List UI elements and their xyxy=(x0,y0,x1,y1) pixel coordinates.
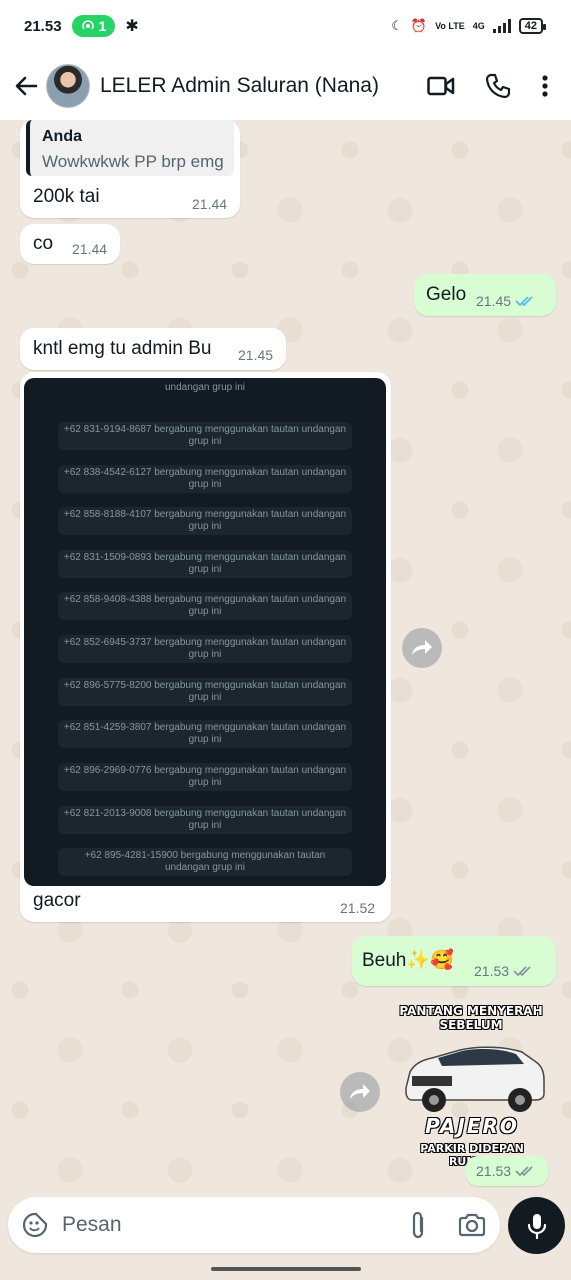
more-vert-icon[interactable] xyxy=(541,74,549,98)
image-message-bubble[interactable]: undangan grup ini +62 831-9194-8687 berg… xyxy=(20,372,391,922)
attach-icon[interactable] xyxy=(410,1211,428,1239)
image-text-line: +62 831-9194-8687 bergabung menggunakan … xyxy=(58,422,352,450)
video-call-icon[interactable] xyxy=(427,75,455,97)
message-bubble-outgoing[interactable]: Beuh✨🥰 21.53 xyxy=(352,936,556,986)
forward-icon xyxy=(350,1084,370,1099)
delivered-double-check-icon xyxy=(513,966,531,977)
delivered-double-check-icon xyxy=(515,1166,533,1177)
message-composer: Pesan xyxy=(8,1197,500,1253)
message-text: Gelo xyxy=(426,284,467,305)
image-text-line: +62 852-6945-3737 bergabung menggunakan … xyxy=(58,635,352,663)
message-text: kntl emg tu admin Bu xyxy=(33,338,212,359)
hotspot-icon xyxy=(81,20,94,30)
time-label: 21.45 xyxy=(476,293,512,309)
sticker-top-text: PANTANG MENYERAH SEBELUM xyxy=(399,1004,543,1032)
message-time: 21.44 xyxy=(192,196,227,212)
message-time: 21.44 xyxy=(72,241,107,257)
forward-button[interactable] xyxy=(402,628,442,668)
sticker-message[interactable]: PANTANG MENYERAH SEBELUM PAJERO PARKIR D… xyxy=(396,1000,548,1168)
message-bubble-incoming[interactable]: kntl emg tu admin Bu 21.45 xyxy=(20,328,286,370)
time-label: 21.52 xyxy=(340,900,376,916)
composer-actions xyxy=(410,1211,486,1239)
image-text-line: +62 858-9408-4388 bergabung menggunakan … xyxy=(58,592,352,620)
image-text-line: +62 851-4259-3807 bergabung menggunakan … xyxy=(58,720,352,748)
image-text-line: +62 896-2969-0776 bergabung menggunakan … xyxy=(58,763,352,791)
chat-area[interactable]: Anda Wowkwkwk PP brp emg 200k tai 21.44 … xyxy=(0,120,571,1195)
time-label: 21.45 xyxy=(238,347,274,363)
image-text-line: +62 896-5775-8200 bergabung menggunakan … xyxy=(58,678,352,706)
message-bubble-outgoing[interactable]: Gelo 21.45 xyxy=(414,274,556,316)
home-gesture-handle[interactable] xyxy=(211,1267,361,1271)
sticker-time-pill: 21.53 xyxy=(466,1156,548,1186)
message-bubble-incoming[interactable]: Anda Wowkwkwk PP brp emg 200k tai 21.44 xyxy=(20,120,240,218)
phone-icon[interactable] xyxy=(485,73,511,99)
forward-button[interactable] xyxy=(340,1072,380,1112)
message-text: 200k tai xyxy=(33,186,100,207)
mic-button[interactable] xyxy=(508,1197,565,1254)
time-label: 21.44 xyxy=(192,196,228,212)
signal-icon xyxy=(492,19,511,33)
quoted-message[interactable]: Anda Wowkwkwk PP brp emg xyxy=(26,120,234,176)
system-nav-bar xyxy=(0,1258,571,1280)
avatar[interactable] xyxy=(46,64,90,108)
shared-screenshot-image[interactable]: undangan grup ini +62 831-9194-8687 berg… xyxy=(24,378,386,886)
image-text-line: +62 895-4281-15900 bergabung menggunakan… xyxy=(58,848,352,876)
chat-header: LELER Admin Saluran (Nana) xyxy=(0,52,571,120)
back-arrow-icon[interactable] xyxy=(12,72,40,100)
volte-label: Vo LTE xyxy=(435,20,465,31)
message-text: Beuh✨🥰 xyxy=(362,950,454,971)
image-text-line: +62 838-4542-6127 bergabung menggunakan … xyxy=(58,465,352,493)
battery-indicator: 42 xyxy=(518,18,547,34)
read-double-check-icon xyxy=(515,296,533,307)
gear-icon: ✱ xyxy=(125,18,139,35)
alarm-icon: ⏰ xyxy=(410,18,428,33)
status-indicators: ☾ ⏰ Vo LTE 4G 42 xyxy=(391,18,547,34)
message-input[interactable]: Pesan xyxy=(62,1213,122,1237)
quoted-sender: Anda xyxy=(42,128,82,145)
header-actions xyxy=(427,73,563,99)
message-time: 21.53 xyxy=(476,1163,535,1179)
message-bubble-incoming[interactable]: co 21.44 xyxy=(20,224,120,264)
image-text-line: +62 831-1509-0893 bergabung menggunakan … xyxy=(58,550,352,578)
moon-icon: ☾ xyxy=(391,18,403,33)
hotspot-pill: 1 xyxy=(71,15,116,37)
image-text-line: +62 821-2013-9008 bergabung menggunakan … xyxy=(58,806,352,834)
status-time: 21.53 xyxy=(24,17,62,35)
time-label: 21.44 xyxy=(72,241,108,257)
sticker-icon[interactable] xyxy=(22,1212,48,1238)
time-label: 21.53 xyxy=(474,963,510,979)
sticker-brand-text: PAJERO xyxy=(425,1114,519,1138)
camera-icon[interactable] xyxy=(458,1213,486,1237)
status-bar: 21.53 1 ✱ ☾ ⏰ Vo LTE 4G 42 xyxy=(0,0,571,52)
image-text-line: undangan grup ini xyxy=(164,382,246,393)
hotspot-count: 1 xyxy=(98,18,107,34)
image-caption: gacor xyxy=(33,890,81,911)
car-image xyxy=(405,1046,545,1112)
message-time: 21.45 xyxy=(238,347,273,363)
time-label: 21.53 xyxy=(476,1163,512,1179)
forward-icon xyxy=(412,640,432,655)
battery-level: 42 xyxy=(524,20,537,32)
chat-title[interactable]: LELER Admin Saluran (Nana) xyxy=(100,74,379,98)
mic-icon xyxy=(527,1213,546,1239)
message-time: 21.52 xyxy=(340,900,375,916)
message-text: co xyxy=(33,233,54,254)
network-label: 4G xyxy=(472,20,485,31)
quoted-text: Wowkwkwk PP brp emg xyxy=(42,152,224,171)
message-time: 21.45 xyxy=(476,293,535,309)
image-text-line: +62 858-8188-4107 bergabung menggunakan … xyxy=(58,507,352,535)
message-time: 21.53 xyxy=(474,963,533,979)
